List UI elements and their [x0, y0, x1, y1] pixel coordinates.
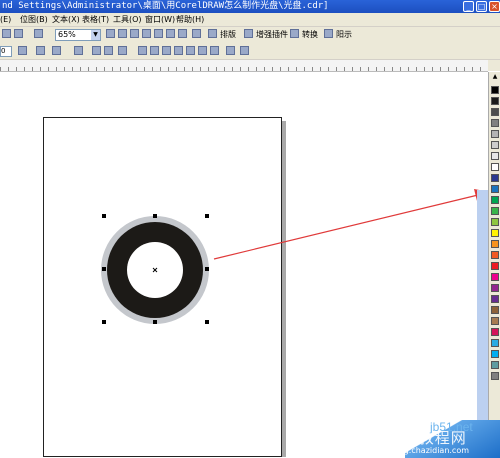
- palette-swatch[interactable]: [491, 284, 499, 292]
- palette-swatch[interactable]: [491, 218, 499, 226]
- palette-swatch[interactable]: [491, 163, 499, 171]
- palette-swatch[interactable]: [491, 328, 499, 336]
- palette-swatch[interactable]: [491, 130, 499, 138]
- palette-swatch[interactable]: [491, 119, 499, 127]
- palette-swatch[interactable]: [491, 317, 499, 325]
- vertical-scrollbar[interactable]: [477, 190, 488, 420]
- palette-swatch[interactable]: [491, 273, 499, 281]
- watermark-cn-text: 查字典 教程网: [365, 429, 467, 447]
- pointer-arrow: [213, 194, 479, 260]
- palette-swatch[interactable]: [491, 339, 499, 347]
- palette-swatch[interactable]: [491, 207, 499, 215]
- handle-bottom-left: [102, 320, 106, 324]
- palette-swatch[interactable]: [491, 196, 499, 204]
- color-palette: ▲: [488, 72, 500, 458]
- palette-swatch[interactable]: [491, 108, 499, 116]
- palette-swatch[interactable]: [491, 86, 499, 94]
- palette-swatch[interactable]: [491, 350, 499, 358]
- palette-swatch[interactable]: [491, 229, 499, 237]
- palette-swatch[interactable]: [491, 361, 499, 369]
- palette-swatch[interactable]: [491, 97, 499, 105]
- palette-swatch[interactable]: [491, 295, 499, 303]
- handle-middle-right: [205, 267, 209, 271]
- palette-scroll-up-icon[interactable]: ▲: [490, 72, 500, 82]
- handle-top-right: [205, 214, 209, 218]
- palette-swatch[interactable]: [491, 174, 499, 182]
- handle-middle-left: [102, 267, 106, 271]
- palette-swatch[interactable]: [491, 262, 499, 270]
- palette-swatch[interactable]: [491, 185, 499, 193]
- handle-top-middle: [153, 214, 157, 218]
- palette-swatch[interactable]: [491, 372, 499, 380]
- palette-swatch[interactable]: [491, 152, 499, 160]
- drawing-layer: [101, 189, 490, 324]
- palette-swatch[interactable]: [491, 306, 499, 314]
- palette-swatch[interactable]: [491, 251, 499, 259]
- palette-swatch[interactable]: [491, 240, 499, 248]
- handle-bottom-middle: [153, 320, 157, 324]
- watermark-url: jiaocheng.chazidian.com: [370, 446, 470, 455]
- handle-top-left: [102, 214, 106, 218]
- palette-swatch[interactable]: [491, 141, 499, 149]
- handle-bottom-right: [205, 320, 209, 324]
